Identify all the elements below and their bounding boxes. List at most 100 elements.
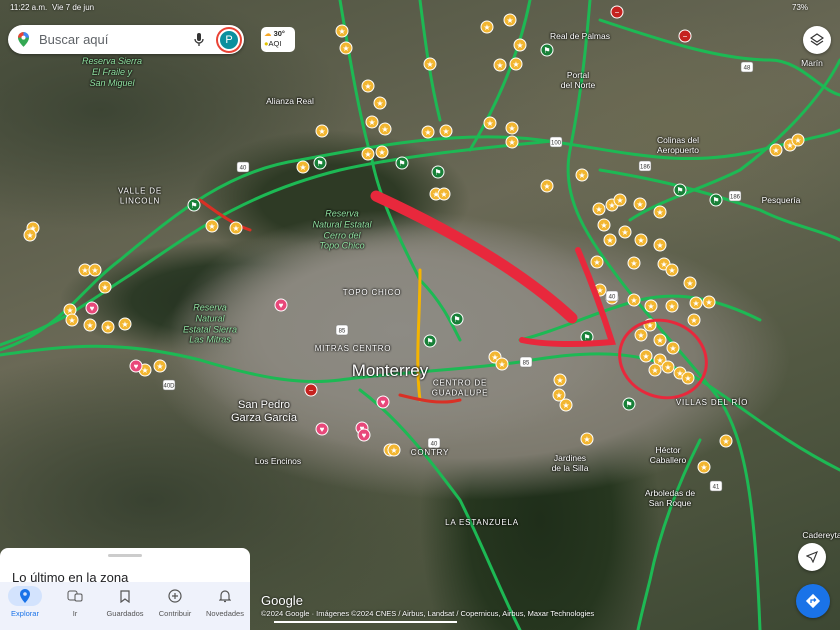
poi-heart-icon[interactable]: ♥ [376, 395, 390, 409]
poi-star-icon[interactable]: ★ [315, 124, 329, 138]
nav-guardados[interactable]: Guardados [100, 582, 150, 630]
poi-flag-icon[interactable]: ⚑ [395, 156, 409, 170]
poi-star-icon[interactable]: ★ [65, 313, 79, 327]
nav-novedades[interactable]: Novedades [200, 582, 250, 630]
poi-star-icon[interactable]: ★ [603, 233, 617, 247]
poi-star-icon[interactable]: ★ [559, 398, 573, 412]
poi-star-icon[interactable]: ★ [83, 318, 97, 332]
poi-heart-icon[interactable]: ♥ [274, 298, 288, 312]
map-label[interactable]: Reserva Natural Estatal Cerro del Topo C… [312, 208, 371, 251]
poi-star-icon[interactable]: ★ [575, 168, 589, 182]
poi-star-icon[interactable]: ★ [648, 363, 662, 377]
closure-icon[interactable]: − [610, 5, 624, 19]
poi-star-icon[interactable]: ★ [503, 13, 517, 27]
poi-star-icon[interactable]: ★ [153, 359, 167, 373]
poi-star-icon[interactable]: ★ [339, 41, 353, 55]
poi-star-icon[interactable]: ★ [681, 371, 695, 385]
poi-heart-icon[interactable]: ♥ [315, 422, 329, 436]
my-location-button[interactable] [798, 543, 826, 571]
map-label[interactable]: Cadereyta [802, 530, 840, 540]
poi-star-icon[interactable]: ★ [509, 57, 523, 71]
layers-button[interactable] [803, 26, 831, 54]
poi-star-icon[interactable]: ★ [361, 79, 375, 93]
map-attribution[interactable]: ©2024 Google · Imágenes ©2024 CNES / Air… [261, 609, 594, 618]
poi-star-icon[interactable]: ★ [634, 328, 648, 342]
sheet-drag-handle[interactable] [108, 554, 142, 557]
poi-star-icon[interactable]: ★ [361, 147, 375, 161]
poi-star-icon[interactable]: ★ [439, 124, 453, 138]
map-label[interactable]: Arboledas de San Roque [645, 488, 695, 508]
search-bar[interactable]: Buscar aquí P [8, 25, 244, 54]
poi-star-icon[interactable]: ★ [483, 116, 497, 130]
map-label[interactable]: Pesquería [762, 195, 801, 205]
poi-star-icon[interactable]: ★ [423, 57, 437, 71]
map-label[interactable]: VALLE DE LINCOLN [118, 186, 162, 205]
poi-heart-icon[interactable]: ♥ [129, 359, 143, 373]
satellite-map[interactable]: ★ ★ ★ ★ ★ ★ ★ ★ ★ ★ ★ ★ ★ ★ ★ ★ ★ ★ ★ ★ ★ ★ ★ ★ ★ ★ ★ ★ ★ ★ ★ ★ ★ ★ ★ ★ ★ ★ ★ ★… [0, 0, 840, 630]
poi-star-icon[interactable]: ★ [101, 320, 115, 334]
poi-star-icon[interactable]: ★ [627, 293, 641, 307]
poi-star-icon[interactable]: ★ [480, 20, 494, 34]
poi-flag-icon[interactable]: ⚑ [540, 43, 554, 57]
poi-star-icon[interactable]: ★ [505, 121, 519, 135]
poi-star-icon[interactable]: ★ [421, 125, 435, 139]
map-label[interactable]: VILLAS DEL RÍO [676, 398, 748, 408]
poi-star-icon[interactable]: ★ [597, 218, 611, 232]
poi-star-icon[interactable]: ★ [644, 299, 658, 313]
poi-star-icon[interactable]: ★ [653, 333, 667, 347]
poi-star-icon[interactable]: ★ [375, 145, 389, 159]
poi-star-icon[interactable]: ★ [791, 133, 805, 147]
account-avatar[interactable]: P [218, 28, 240, 51]
poi-star-icon[interactable]: ★ [613, 193, 627, 207]
nav-explorar[interactable]: Explorar [0, 582, 50, 630]
poi-star-icon[interactable]: ★ [88, 263, 102, 277]
poi-star-icon[interactable]: ★ [633, 197, 647, 211]
map-label[interactable]: CONTRY [411, 448, 449, 458]
poi-star-icon[interactable]: ★ [687, 313, 701, 327]
poi-star-icon[interactable]: ★ [98, 280, 112, 294]
weather-chip[interactable]: ☁ 30° ●AQI [261, 27, 295, 52]
poi-star-icon[interactable]: ★ [618, 225, 632, 239]
poi-star-icon[interactable]: ★ [689, 296, 703, 310]
poi-star-icon[interactable]: ★ [580, 432, 594, 446]
poi-flag-icon[interactable]: ⚑ [450, 312, 464, 326]
poi-star-icon[interactable]: ★ [335, 24, 349, 38]
poi-star-icon[interactable]: ★ [683, 276, 697, 290]
poi-star-icon[interactable]: ★ [661, 360, 675, 374]
poi-flag-icon[interactable]: ⚑ [187, 198, 201, 212]
map-label[interactable]: CENTRO DE GUADALUPE [432, 378, 489, 397]
poi-star-icon[interactable]: ★ [634, 233, 648, 247]
map-label[interactable]: LA ESTANZUELA [445, 518, 519, 528]
poi-star-icon[interactable]: ★ [387, 443, 401, 457]
poi-star-icon[interactable]: ★ [697, 460, 711, 474]
nav-ir[interactable]: Ir [50, 582, 100, 630]
microphone-icon[interactable] [194, 32, 204, 47]
poi-star-icon[interactable]: ★ [365, 115, 379, 129]
poi-flag-icon[interactable]: ⚑ [709, 193, 723, 207]
poi-heart-icon[interactable]: ♥ [357, 428, 371, 442]
poi-flag-icon[interactable]: ⚑ [622, 397, 636, 411]
poi-star-icon[interactable]: ★ [666, 341, 680, 355]
map-label[interactable]: San Pedro Garza García [231, 399, 297, 425]
poi-star-icon[interactable]: ★ [373, 96, 387, 110]
poi-star-icon[interactable]: ★ [769, 143, 783, 157]
map-label[interactable]: Portal del Norte [561, 70, 596, 90]
poi-star-icon[interactable]: ★ [639, 349, 653, 363]
map-label[interactable]: Los Encinos [255, 456, 301, 466]
poi-star-icon[interactable]: ★ [590, 255, 604, 269]
map-label[interactable]: MITRAS CENTRO [315, 344, 392, 354]
poi-star-icon[interactable]: ★ [378, 122, 392, 136]
map-label[interactable]: Real de Palmas [550, 31, 610, 41]
poi-star-icon[interactable]: ★ [296, 160, 310, 174]
poi-heart-icon[interactable]: ♥ [85, 301, 99, 315]
poi-star-icon[interactable]: ★ [118, 317, 132, 331]
poi-star-icon[interactable]: ★ [493, 58, 507, 72]
poi-star-icon[interactable]: ★ [23, 228, 37, 242]
poi-star-icon[interactable]: ★ [437, 187, 451, 201]
closure-icon[interactable]: − [304, 383, 318, 397]
map-label[interactable]: Jardines de la Silla [552, 453, 589, 473]
poi-star-icon[interactable]: ★ [665, 299, 679, 313]
poi-star-icon[interactable]: ★ [540, 179, 554, 193]
closure-icon[interactable]: − [678, 29, 692, 43]
poi-star-icon[interactable]: ★ [719, 434, 733, 448]
